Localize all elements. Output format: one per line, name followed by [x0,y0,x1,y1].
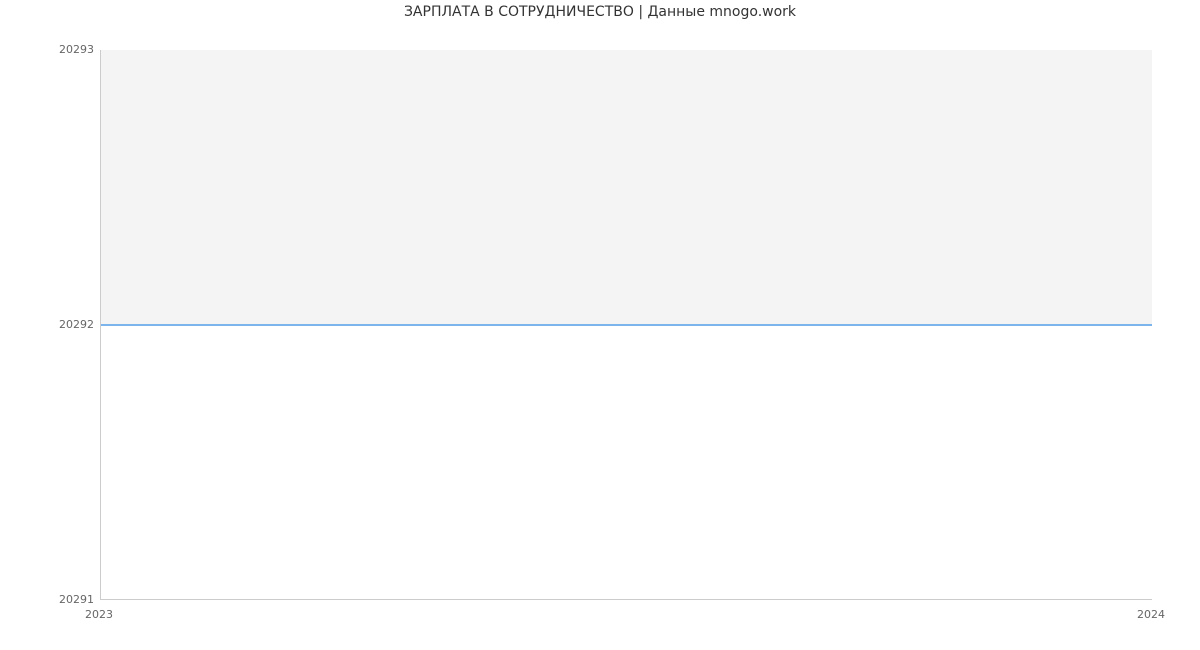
y-tick-lower: 20291 [4,594,94,606]
y-tick-mid: 20292 [4,319,94,331]
plot-area [100,50,1152,600]
x-tick-end: 2024 [1137,608,1165,621]
chart-title: ЗАРПЛАТА В СОТРУДНИЧЕСТВО | Данные mnogo… [0,4,1200,20]
chart-container: ЗАРПЛАТА В СОТРУДНИЧЕСТВО | Данные mnogo… [0,0,1200,650]
plot-band-upper [101,50,1152,325]
y-tick-upper: 20293 [4,44,94,56]
series-line-salary [101,324,1152,326]
x-tick-start: 2023 [85,608,113,621]
